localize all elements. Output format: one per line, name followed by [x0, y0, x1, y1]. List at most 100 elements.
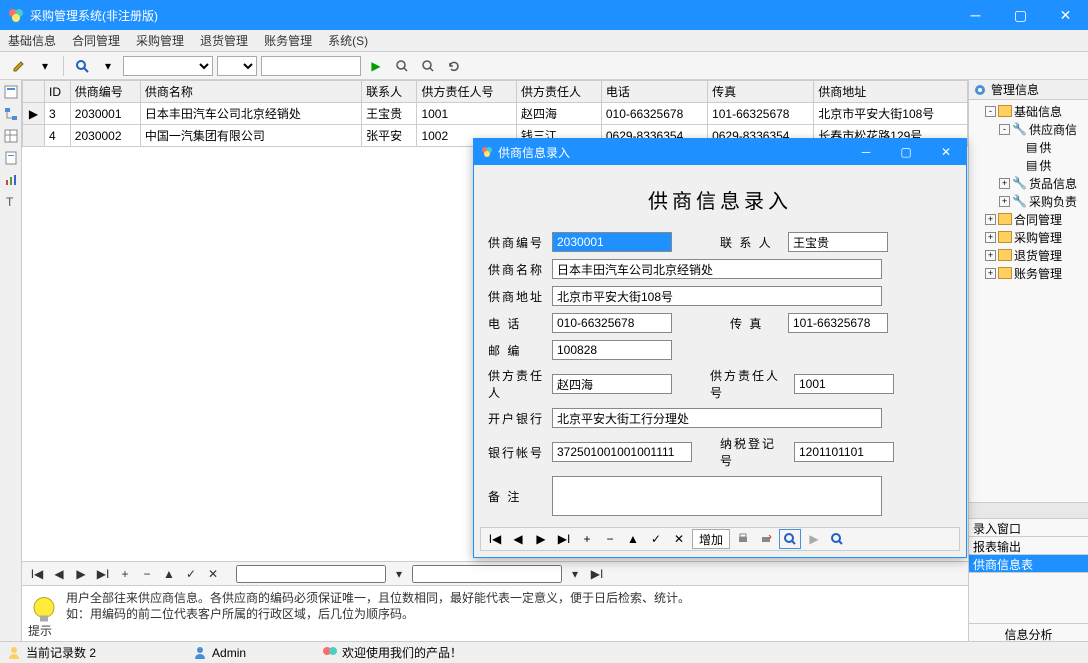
nav-ok-icon[interactable]: ✓	[182, 567, 200, 581]
tree-node[interactable]: ▤供	[971, 156, 1086, 174]
doc-icon[interactable]	[3, 150, 19, 166]
tree-node[interactable]: +账务管理	[971, 264, 1086, 282]
input-contact[interactable]	[788, 232, 888, 252]
input-tel[interactable]	[552, 313, 672, 333]
hint-label: 提示	[28, 622, 52, 639]
tree-node[interactable]: +合同管理	[971, 210, 1086, 228]
menu-purchase[interactable]: 采购管理	[136, 32, 184, 49]
search3-icon[interactable]	[827, 529, 847, 549]
tree-node[interactable]: ▤供	[971, 138, 1086, 156]
nav-add-icon[interactable]: +	[116, 567, 134, 581]
play-icon[interactable]: ▶	[804, 529, 824, 549]
tree-icon[interactable]	[3, 106, 19, 122]
input-zip[interactable]	[552, 340, 672, 360]
right-tab[interactable]: 供商信息表	[969, 555, 1088, 573]
dialog-close[interactable]: ✕	[926, 145, 966, 159]
maximize-button[interactable]: ▢	[998, 0, 1043, 30]
col-name[interactable]: 供商名称	[140, 81, 361, 103]
dlg-last-icon[interactable]: ▶I	[554, 529, 574, 549]
nav-search2[interactable]	[412, 565, 562, 583]
edit-icon[interactable]	[8, 55, 30, 77]
col-resp[interactable]: 供方责任人	[517, 81, 602, 103]
add-button[interactable]: 增加	[692, 529, 730, 549]
col-addr[interactable]: 供商地址	[814, 81, 968, 103]
menu-return[interactable]: 退货管理	[200, 32, 248, 49]
dlg-del-icon[interactable]: −	[600, 529, 620, 549]
chart-icon[interactable]	[3, 172, 19, 188]
input-fax[interactable]	[788, 313, 888, 333]
input-code[interactable]	[552, 232, 672, 252]
zoom-out-icon[interactable]	[417, 55, 439, 77]
dlg-cancel-icon[interactable]: ✕	[669, 529, 689, 549]
dlg-add-icon[interactable]: +	[577, 529, 597, 549]
tree-node[interactable]: -基础信息	[971, 102, 1086, 120]
nav-prev-icon[interactable]: ◀	[50, 567, 68, 581]
nav-cancel-icon[interactable]: ✕	[204, 567, 222, 581]
management-tree[interactable]: -基础信息-🔧供应商信▤供▤供+🔧货品信息+🔧采购负责+合同管理+采购管理+退货…	[969, 100, 1088, 502]
dropdown2-icon[interactable]: ▾	[97, 55, 119, 77]
input-respno[interactable]	[794, 374, 894, 394]
filter-field-combo[interactable]	[123, 56, 213, 76]
nav-search1[interactable]	[236, 565, 386, 583]
tree-node[interactable]: +🔧货品信息	[971, 174, 1086, 192]
input-bank[interactable]	[552, 408, 882, 428]
label-resp: 供方责任人	[488, 367, 544, 401]
info-analysis-label[interactable]: 信息分析	[969, 623, 1088, 641]
search2-icon[interactable]	[779, 529, 801, 549]
nav-first-icon[interactable]: I◀	[28, 567, 46, 581]
form-icon[interactable]	[3, 84, 19, 100]
dialog-minimize[interactable]: ─	[846, 145, 886, 159]
print-icon[interactable]	[733, 529, 753, 549]
nav-go-icon[interactable]: ▶I	[588, 567, 606, 581]
zoom-in-icon[interactable]	[391, 55, 413, 77]
refresh-icon[interactable]	[443, 55, 465, 77]
nav-del-icon[interactable]: −	[138, 567, 156, 581]
menu-basic[interactable]: 基础信息	[8, 32, 56, 49]
nav-next-icon[interactable]: ▶	[72, 567, 90, 581]
input-name[interactable]	[552, 259, 882, 279]
dlg-next-icon[interactable]: ▶	[531, 529, 551, 549]
tree-scrollbar[interactable]	[969, 502, 1088, 518]
tree-node[interactable]: +🔧采购负责	[971, 192, 1086, 210]
menu-account[interactable]: 账务管理	[264, 32, 312, 49]
col-contact[interactable]: 联系人	[362, 81, 417, 103]
nav-edit-icon[interactable]: ▲	[160, 567, 178, 581]
grid-icon[interactable]	[3, 128, 19, 144]
col-id[interactable]: ID	[45, 81, 71, 103]
dialog-icon	[480, 145, 494, 159]
dlg-edit-icon[interactable]: ▲	[623, 529, 643, 549]
table-row[interactable]: ▶32030001日本丰田汽车公司北京经销处王宝贵1001赵四海010-6632…	[23, 103, 968, 125]
label-acct: 银行帐号	[488, 444, 544, 461]
right-tab[interactable]: 录入窗口	[969, 519, 1088, 537]
text-icon[interactable]: T	[3, 194, 19, 210]
run-icon[interactable]: ▶	[365, 55, 387, 77]
dlg-first-icon[interactable]: I◀	[485, 529, 505, 549]
input-taxno[interactable]	[794, 442, 894, 462]
col-respno[interactable]: 供方责任人号	[417, 81, 517, 103]
filter-value-input[interactable]	[261, 56, 361, 76]
input-addr[interactable]	[552, 286, 882, 306]
tree-node[interactable]: -🔧供应商信	[971, 120, 1086, 138]
dropdown-icon[interactable]: ▾	[34, 55, 56, 77]
input-resp[interactable]	[552, 374, 672, 394]
input-remark[interactable]	[552, 476, 882, 516]
col-code[interactable]: 供商编号	[70, 81, 140, 103]
tree-node[interactable]: +采购管理	[971, 228, 1086, 246]
dialog-maximize[interactable]: ▢	[886, 145, 926, 159]
export-icon[interactable]	[756, 529, 776, 549]
dialog-titlebar[interactable]: 供商信息录入 ─ ▢ ✕	[474, 139, 966, 165]
tree-node[interactable]: +退货管理	[971, 246, 1086, 264]
col-tel[interactable]: 电话	[601, 81, 707, 103]
menu-system[interactable]: 系统(S)	[328, 32, 368, 49]
close-button[interactable]: ✕	[1043, 0, 1088, 30]
nav-last-icon[interactable]: ▶I	[94, 567, 112, 581]
minimize-button[interactable]: ─	[953, 0, 998, 30]
search-icon[interactable]	[71, 55, 93, 77]
col-fax[interactable]: 传真	[708, 81, 814, 103]
dlg-ok-icon[interactable]: ✓	[646, 529, 666, 549]
input-acct[interactable]	[552, 442, 692, 462]
menu-contract[interactable]: 合同管理	[72, 32, 120, 49]
filter-op-combo[interactable]	[217, 56, 257, 76]
right-tab[interactable]: 报表输出	[969, 537, 1088, 555]
dlg-prev-icon[interactable]: ◀	[508, 529, 528, 549]
